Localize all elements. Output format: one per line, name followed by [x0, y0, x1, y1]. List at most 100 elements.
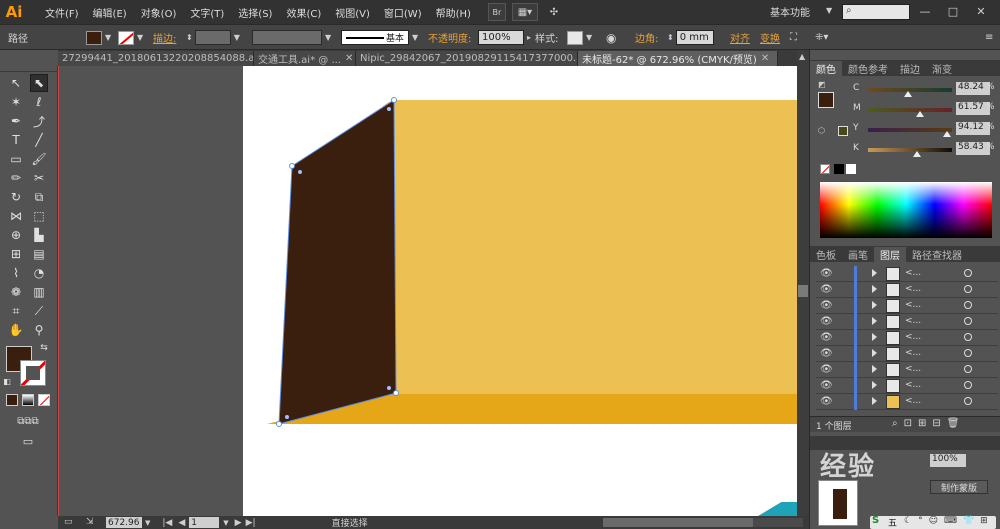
anchor-point[interactable] — [289, 163, 295, 169]
corner-label[interactable]: 边角: — [635, 29, 658, 46]
close-icon[interactable]: ✕ — [761, 53, 769, 64]
color-panel-fill-swatch[interactable] — [818, 92, 834, 108]
expand-triangle-icon[interactable] — [872, 269, 877, 277]
menu-edit[interactable]: 编辑(E) — [86, 5, 134, 20]
align-panel-link[interactable]: 对齐 — [730, 29, 750, 46]
page-number-input[interactable]: 1 — [189, 517, 220, 528]
color-mode-button[interactable] — [6, 394, 18, 406]
anchor-handle[interactable] — [285, 415, 289, 419]
anchor-point[interactable] — [391, 97, 397, 103]
expand-triangle-icon[interactable] — [872, 349, 877, 357]
direct-selection-tool[interactable]: ⬉ — [30, 74, 48, 92]
variable-width-dropdown[interactable]: ▼ — [252, 29, 331, 46]
eye-icon[interactable]: 👁 — [820, 364, 833, 375]
white-color-swatch[interactable] — [846, 164, 856, 174]
scale-tool[interactable]: ⧉ — [30, 188, 48, 206]
eye-icon[interactable]: 👁 — [820, 332, 833, 343]
control-options-button[interactable]: ⁜▾ — [815, 29, 828, 46]
layer-name[interactable]: <... — [905, 348, 921, 358]
vertical-scrollbar[interactable]: ▲ — [797, 50, 809, 516]
layer-row[interactable]: 👁 <... — [816, 346, 998, 362]
tab-gradient[interactable]: 渐变 — [926, 61, 958, 76]
zoom-tool[interactable]: ⚲ — [30, 321, 48, 339]
make-mask-button[interactable]: 制作蒙版 — [930, 480, 988, 494]
expand-triangle-icon[interactable] — [872, 381, 877, 389]
column-graph-tool[interactable]: ▥ — [30, 283, 48, 301]
layer-row[interactable]: 👁 <... — [816, 298, 998, 314]
type-tool[interactable]: T — [7, 131, 25, 149]
target-circle-icon[interactable] — [964, 365, 972, 373]
none-color-swatch[interactable] — [820, 164, 830, 174]
transform-panel-link[interactable]: 变换 — [760, 29, 780, 46]
canvas-area[interactable] — [58, 66, 797, 516]
recolor-button[interactable]: ◉ — [606, 29, 616, 46]
line-tool[interactable]: ╱ — [30, 131, 48, 149]
corner-radius-field[interactable]: ⬍ 0 mm — [667, 29, 714, 46]
tab-document-3[interactable]: Nipic_29842067_20190829115417377000.ai*✕ — [356, 51, 578, 66]
layer-row[interactable]: 👁 <... — [816, 282, 998, 298]
layer-name[interactable]: <... — [905, 364, 921, 374]
toolbar-grip[interactable] — [0, 66, 58, 72]
yellow-track[interactable] — [868, 128, 952, 132]
orange-body-shape[interactable] — [383, 100, 797, 424]
cyan-value-input[interactable]: 48.24 — [956, 82, 990, 95]
variable-width-field[interactable] — [252, 30, 322, 45]
opacity-label[interactable]: 不透明度: — [428, 29, 471, 46]
layer-row[interactable]: 👁 <... — [816, 266, 998, 282]
hand-tool[interactable]: ✋ — [7, 321, 25, 339]
arrange-documents-button[interactable]: ▦▾ — [511, 3, 538, 21]
out-of-gamut-swatch[interactable] — [838, 126, 848, 136]
eye-icon[interactable]: 👁 — [820, 348, 833, 359]
fill-color-picker[interactable]: ▼ — [86, 29, 111, 46]
menu-select[interactable]: 选择(S) — [231, 5, 279, 20]
menu-object[interactable]: 对象(O) — [134, 5, 184, 20]
layer-row[interactable]: 👁 <... — [816, 362, 998, 378]
magenta-value-input[interactable]: 61.57 — [956, 102, 990, 115]
gradient-tool[interactable]: ▤ — [30, 245, 48, 263]
rotate-tool[interactable]: ↻ — [7, 188, 25, 206]
default-colors-icon[interactable]: ◧ — [2, 376, 12, 386]
pencil-tool[interactable]: ✏ — [7, 169, 25, 187]
opacity-dropdown[interactable]: 100% ▸ — [478, 29, 531, 46]
expand-triangle-icon[interactable] — [872, 301, 877, 309]
status-icon[interactable]: ▭ — [64, 517, 73, 527]
symbol-sprayer-tool[interactable]: ❁ — [7, 283, 25, 301]
tab-swatches[interactable]: 色板 — [810, 247, 842, 262]
transparency-opacity-input[interactable]: 100% — [930, 454, 966, 467]
target-circle-icon[interactable] — [964, 269, 972, 277]
prev-page-icon[interactable]: ◀ — [178, 518, 185, 528]
eye-icon[interactable]: 👁 — [820, 300, 833, 311]
stroke-indicator[interactable] — [20, 360, 46, 386]
workspace-switcher[interactable]: 基本功能 — [770, 4, 810, 19]
close-icon[interactable]: ✕ — [345, 53, 353, 64]
none-mode-button[interactable] — [38, 394, 50, 406]
first-page-icon[interactable]: |◀ — [162, 518, 172, 528]
eye-icon[interactable]: 👁 — [820, 380, 833, 391]
brush-definition-dropdown[interactable]: 基本 ▼ — [341, 29, 418, 46]
menu-file[interactable]: 文件(F) — [38, 5, 86, 20]
target-circle-icon[interactable] — [964, 301, 972, 309]
paintbrush-tool[interactable]: 🖌 — [30, 150, 48, 168]
maximize-button[interactable]: □ — [942, 3, 964, 20]
tab-color-guide[interactable]: 颜色参考 — [842, 61, 894, 76]
lasso-tool[interactable]: ℓ — [30, 93, 48, 111]
eye-icon[interactable]: 👁 — [820, 396, 833, 407]
tab-document-1[interactable]: 27299441_20180613220208854088.ai*✕ — [58, 51, 254, 66]
artboard-tool[interactable]: ⌗ — [7, 302, 25, 320]
scroll-up-icon[interactable]: ▲ — [799, 52, 805, 61]
horizontal-scrollbar[interactable] — [603, 518, 803, 527]
chevron-down-icon[interactable]: ▼ — [223, 519, 228, 527]
cyan-slider[interactable]: C 48.24 % — [848, 82, 998, 98]
scroll-thumb[interactable] — [798, 285, 808, 297]
graphic-style-picker[interactable]: ▼ — [567, 29, 592, 46]
stroke-color-picker[interactable]: ▼ — [118, 29, 143, 46]
panel-menu-button[interactable]: ≡ — [985, 29, 993, 46]
layer-name[interactable]: <... — [905, 396, 921, 406]
layer-row[interactable]: 👁 <... — [816, 394, 998, 410]
next-page-icon[interactable]: ▶ — [235, 518, 242, 528]
chevron-down-icon[interactable]: ▼ — [145, 519, 150, 527]
menu-window[interactable]: 窗口(W) — [377, 5, 429, 20]
corner-radius-input[interactable]: 0 mm — [675, 30, 714, 45]
magenta-knob[interactable] — [916, 111, 925, 117]
layer-name[interactable]: <... — [905, 300, 921, 310]
